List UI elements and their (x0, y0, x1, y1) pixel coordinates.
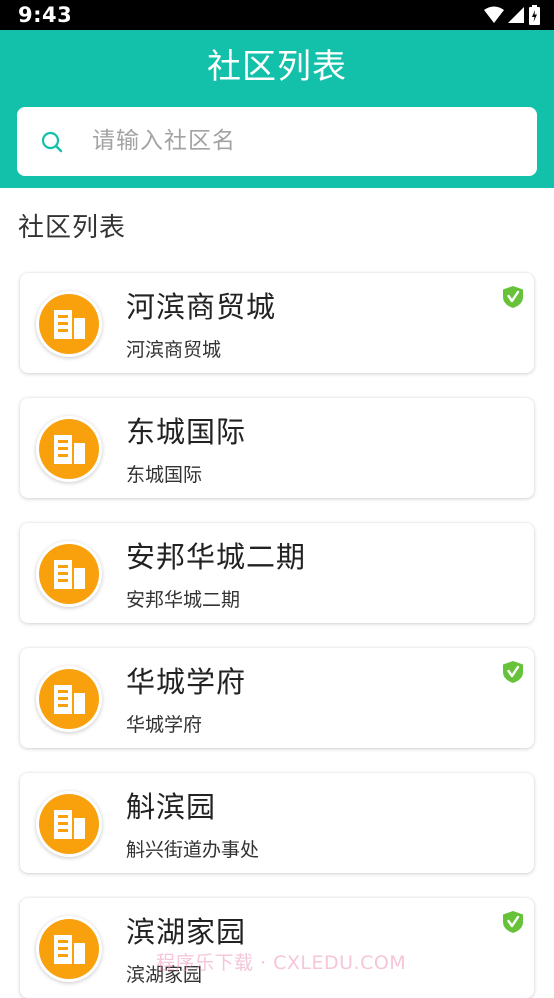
community-subtitle: 华城学府 (126, 714, 203, 736)
community-name: 安邦华城二期 (126, 540, 307, 574)
status-icons (484, 4, 540, 26)
search-icon (41, 131, 63, 153)
community-name: 东城国际 (126, 415, 247, 449)
building-icon (36, 416, 102, 482)
community-name: 斛滨园 (126, 790, 217, 824)
battery-icon (529, 5, 540, 25)
verified-shield-icon (503, 661, 523, 683)
community-card[interactable]: 东城国际 东城国际 (20, 398, 534, 498)
community-name: 滨湖家园 (126, 915, 247, 949)
community-subtitle: 河滨商贸城 (126, 339, 222, 361)
community-name: 华城学府 (126, 665, 247, 699)
status-time: 9:43 (18, 3, 73, 27)
community-subtitle: 斛兴街道办事处 (126, 839, 260, 861)
building-icon (36, 291, 102, 357)
community-card[interactable]: 华城学府 华城学府 (20, 648, 534, 748)
community-card[interactable]: 滨湖家园 滨湖家园 (20, 898, 534, 998)
search-input[interactable]: 请输入社区名 (17, 107, 537, 176)
wifi-icon (484, 6, 504, 23)
building-icon (36, 791, 102, 857)
community-subtitle: 安邦华城二期 (126, 589, 241, 611)
building-icon (36, 916, 102, 982)
community-name: 河滨商贸城 (126, 290, 277, 324)
verified-shield-icon (503, 286, 523, 308)
building-icon (36, 666, 102, 732)
building-icon (36, 541, 102, 607)
community-subtitle: 东城国际 (126, 464, 203, 486)
page-title: 社区列表 (207, 47, 347, 87)
community-card[interactable]: 安邦华城二期 安邦华城二期 (20, 523, 534, 623)
app-header: 社区列表 请输入社区名 (0, 30, 554, 188)
status-bar: 9:43 (0, 0, 554, 30)
community-card[interactable]: 河滨商贸城 河滨商贸城 (20, 273, 534, 373)
section-title: 社区列表 (18, 213, 127, 243)
watermark: 程序乐下载 · CXLEDU.COM (156, 952, 407, 974)
signal-icon (508, 7, 524, 23)
search-placeholder: 请输入社区名 (92, 128, 236, 154)
verified-shield-icon (503, 911, 523, 933)
community-card[interactable]: 斛滨园斛兴街道办事处 (20, 773, 534, 873)
